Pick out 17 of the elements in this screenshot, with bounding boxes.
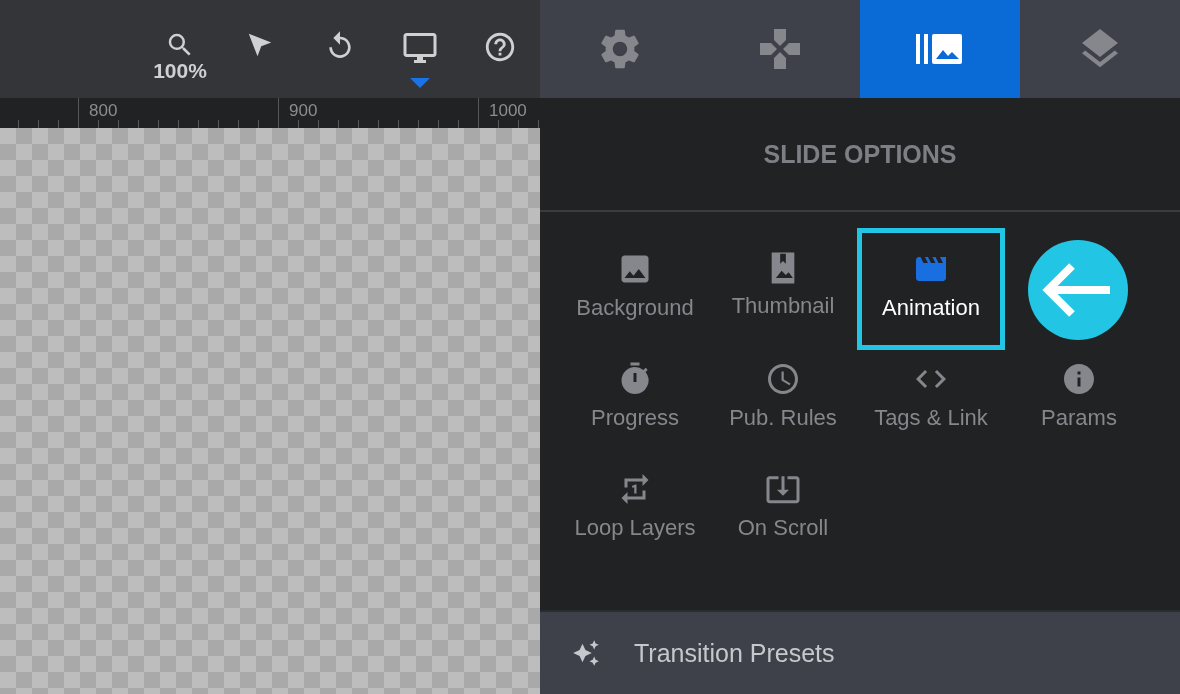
transition-presets-bar[interactable]: Transition Presets xyxy=(540,610,1180,694)
option-button[interactable]: Animation xyxy=(857,228,1005,350)
ruler-label: 900 xyxy=(289,101,318,120)
monitor-icon xyxy=(402,30,438,66)
clock-icon xyxy=(765,361,801,397)
ruler-label: 1000 xyxy=(489,101,527,120)
slides-icon xyxy=(916,32,964,66)
slide-options-tab[interactable] xyxy=(860,0,1020,98)
option-button[interactable]: Params xyxy=(1005,338,1153,460)
panel-title: SLIDE OPTIONS xyxy=(763,139,957,169)
arrow-callout-icon xyxy=(1028,240,1128,340)
footer-label: Transition Presets xyxy=(634,638,835,668)
help-icon xyxy=(483,30,517,64)
info-icon xyxy=(1061,361,1097,397)
ruler-label: 800 xyxy=(89,101,118,120)
sparkle-icon xyxy=(572,639,600,667)
zoom-button[interactable]: 100% xyxy=(140,0,220,98)
